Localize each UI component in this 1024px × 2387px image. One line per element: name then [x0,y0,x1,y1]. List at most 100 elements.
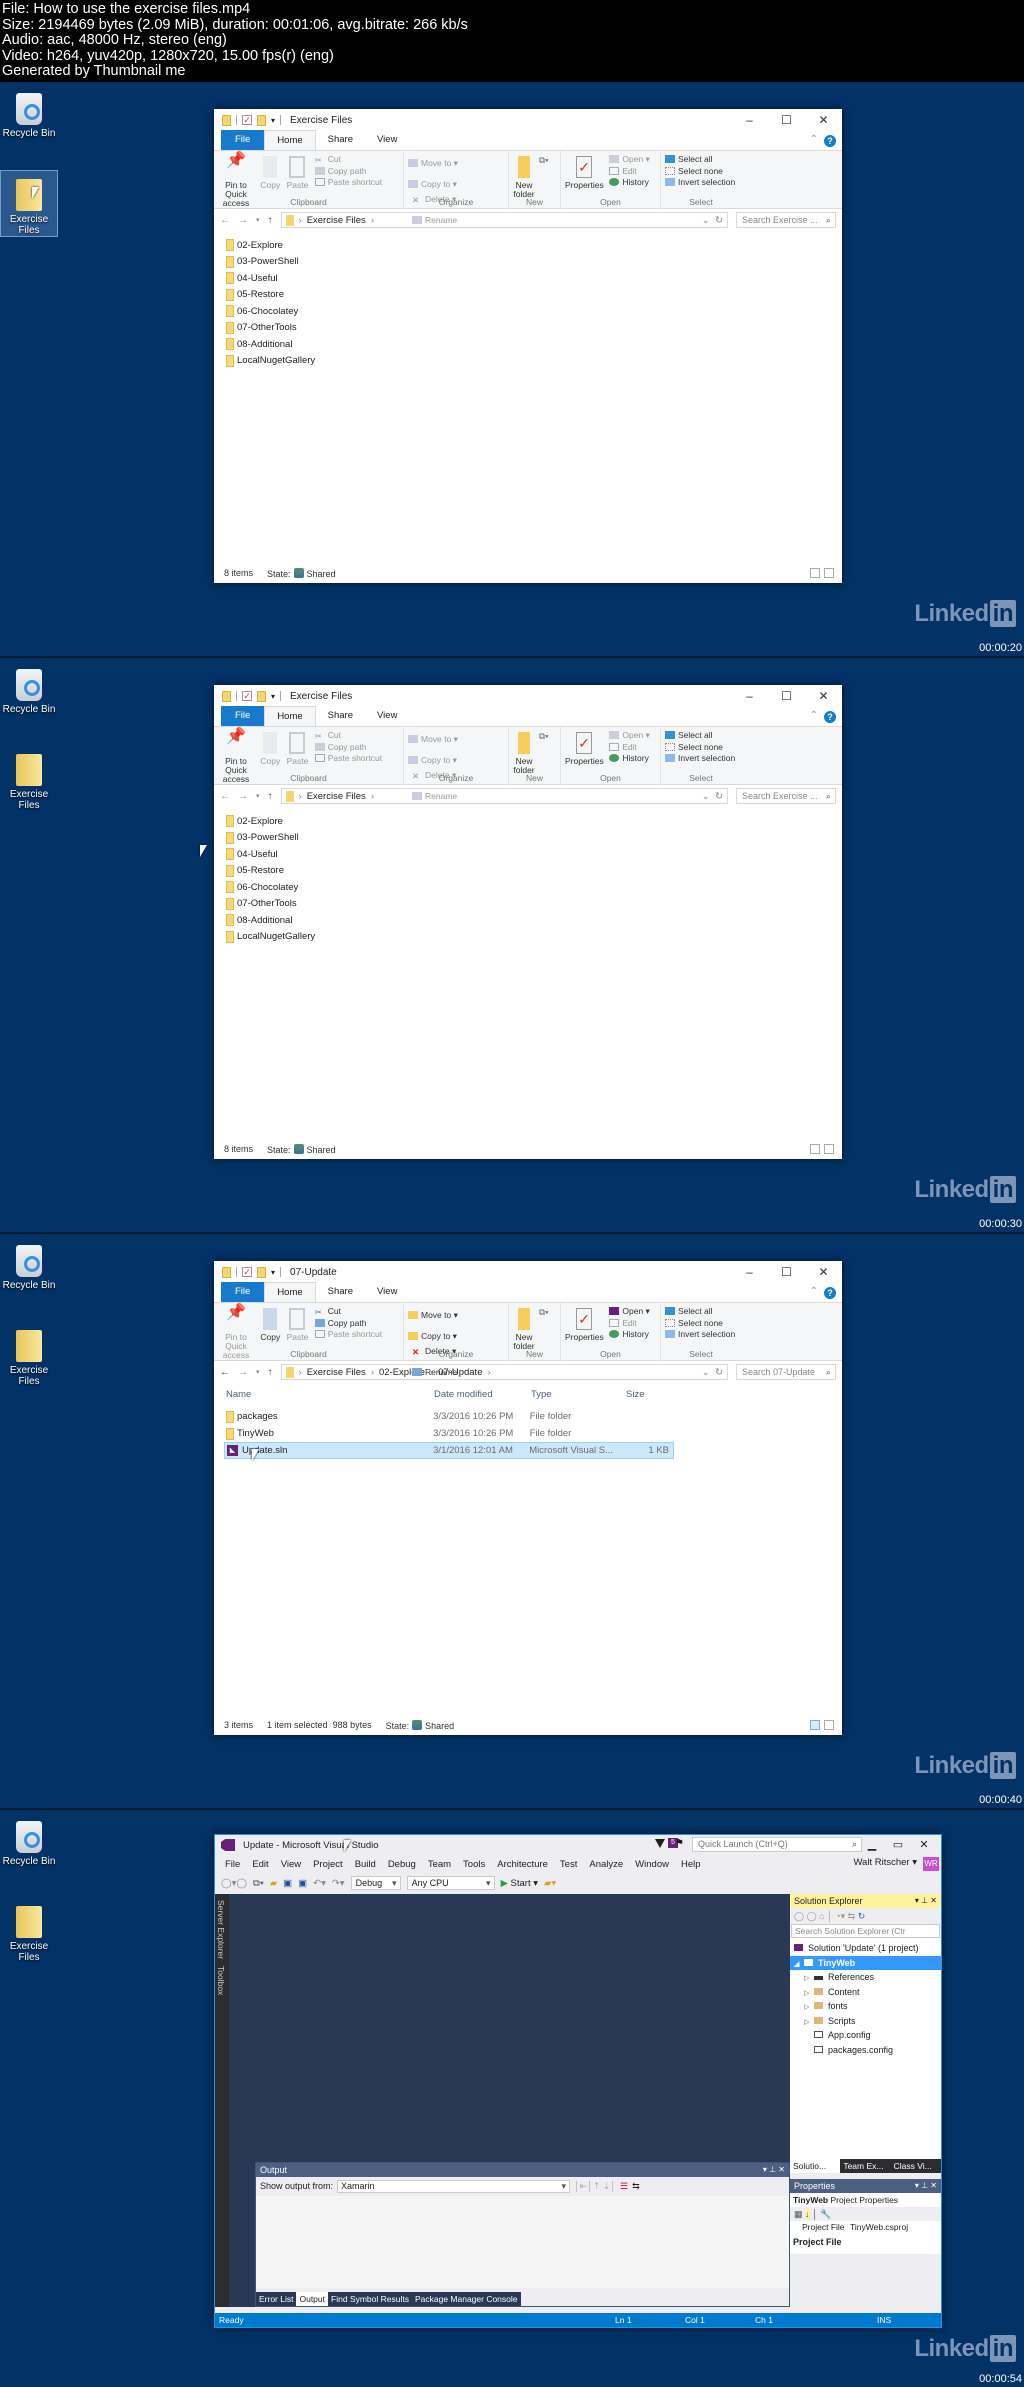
rename-button[interactable]: Rename [412,791,457,803]
tab-file[interactable]: File [221,1282,265,1302]
tab-file[interactable]: File [221,130,265,150]
properties-quick-icon[interactable]: ✓ [242,115,252,125]
search-input[interactable]: Search 07-Update [736,1364,836,1380]
collapse-ribbon-icon[interactable]: ⌃ [810,710,818,721]
edit-button[interactable]: Edit [609,742,649,754]
properties-quick-icon[interactable]: ✓ [242,1267,252,1277]
list-item[interactable]: 08-Additional [226,336,842,353]
address-history-icon[interactable]: ⌄ ↻ [702,791,727,802]
recent-locations-button[interactable]: ▾ [256,792,260,800]
solution-platform-dropdown[interactable]: Any CPU [406,1876,495,1890]
minimize-button[interactable]: – [731,109,768,131]
copy-to-button[interactable]: Copy to ▾ [408,179,458,191]
tab-home[interactable]: Home [264,1282,316,1302]
search-input[interactable]: Search Exercise ... [736,788,836,804]
rename-button[interactable]: Rename [412,215,457,227]
move-to-button[interactable]: Move to ▾ [408,734,458,746]
copy-path-button[interactable]: Copy path [314,1318,382,1330]
column-header-type[interactable]: Type [531,1389,626,1400]
large-icons-view-button[interactable] [824,1144,834,1154]
solution-configuration-dropdown[interactable]: Debug [350,1876,401,1890]
back-button[interactable]: ← [220,215,230,226]
tree-node[interactable]: ▷ Scripts [790,2014,941,2029]
minimize-button[interactable]: – [731,1261,768,1283]
history-button[interactable]: History [609,177,649,189]
desktop-icon-exercise-files[interactable]: Exercise Files [0,1322,58,1387]
tree-node[interactable]: Solution 'Update' (1 project) [790,1941,941,1956]
properties-button[interactable]: ✓ Properties [565,730,604,766]
tab-view[interactable]: View [365,706,409,726]
open-button[interactable]: Open ▾ [609,730,650,742]
tab-file[interactable]: File [221,706,265,726]
properties-button[interactable]: ✓ Properties [565,154,604,190]
list-item[interactable]: 04-Useful [226,270,842,287]
list-item[interactable]: 07-OtherTools [226,320,842,337]
properties-quick-icon[interactable]: ✓ [242,691,252,701]
new-folder-button[interactable]: New folder [513,730,535,775]
rename-button[interactable]: Rename [412,1367,457,1379]
list-item[interactable]: 06-Chocolatey [226,303,842,320]
desktop-icon-recycle-bin[interactable]: Recycle Bin [0,1815,58,1867]
move-to-button[interactable]: Move to ▾ [408,158,458,170]
table-row[interactable]: packages 3/3/2016 10:26 PM File folder [224,1408,674,1425]
up-button[interactable]: ↑ [268,791,273,802]
paste-button[interactable]: Paste [287,730,308,766]
help-icon[interactable]: ? [824,1287,836,1299]
properties-object-selector[interactable]: TinyWeb Project Properties [790,2193,941,2207]
address-history-icon[interactable]: ⌄ ↻ [702,215,727,226]
copy-button[interactable]: Copy [260,1306,280,1342]
maximize-button[interactable]: ▭ [885,1835,911,1855]
output-text-area[interactable] [256,2196,789,2288]
output-source-dropdown[interactable]: Xamarin [337,2179,571,2193]
select-none-button[interactable]: Select none [665,1318,737,1330]
menu-file[interactable]: File [219,1859,246,1870]
breadcrumb-item[interactable]: Exercise Files [307,791,366,802]
copy-path-button[interactable]: Copy path [314,742,382,754]
word-wrap-icon[interactable]: ⇆ [632,2181,640,2192]
browse-icon[interactable]: ▰▾ [544,1878,556,1889]
paste-shortcut-button[interactable]: Paste shortcut [314,1329,382,1341]
new-folder-button[interactable]: New folder [513,154,535,199]
menu-window[interactable]: Window [629,1859,675,1870]
new-folder-quick-icon[interactable] [257,690,266,702]
collapse-ribbon-icon[interactable]: ⌃ [810,134,818,145]
forward-button[interactable]: → [238,791,248,802]
open-file-icon[interactable]: ▰ [270,1878,277,1889]
desktop-icon-exercise-files[interactable]: Exercise Files [0,1898,58,1963]
history-button[interactable]: History [609,753,649,765]
new-item-icon[interactable]: ⧉▾ [539,731,549,742]
list-item[interactable]: 04-Useful [226,846,842,863]
desktop-icon-recycle-bin[interactable]: Recycle Bin [0,87,58,139]
address-bar[interactable]: › Exercise Files › ⌄ ↻ [280,788,728,804]
desktop-icon-recycle-bin[interactable]: Recycle Bin [0,1239,58,1291]
search-input[interactable]: Search Exercise ... [736,212,836,228]
undo-icon[interactable]: ↶▾ [313,1878,326,1889]
select-all-button[interactable]: Select all [665,154,737,166]
table-row[interactable]: TinyWeb 3/3/2016 10:26 PM File folder [224,1425,674,1442]
select-none-button[interactable]: Select none [665,166,737,178]
open-button[interactable]: Open ▾ [609,1306,650,1318]
select-none-button[interactable]: Select none [665,742,737,754]
copy-to-button[interactable]: Copy to ▾ [408,755,458,767]
paste-button[interactable]: Paste [287,1306,308,1342]
table-row-selected[interactable]: ◣ Update.sln 3/1/2016 12:01 AM Microsoft … [224,1442,674,1459]
list-item[interactable]: LocalNugetGallery [226,353,842,370]
list-item[interactable]: 08-Additional [226,912,842,929]
up-button[interactable]: ↑ [268,1367,273,1378]
recent-locations-button[interactable]: ▾ [256,1368,260,1376]
close-button[interactable]: ✕ [805,109,842,131]
new-project-icon[interactable]: ⧉▾ [253,1878,264,1889]
column-header-date[interactable]: Date modified [434,1389,531,1400]
new-folder-button[interactable]: New folder [513,1306,535,1351]
invert-selection-button[interactable]: Invert selection [665,177,737,189]
tab-share[interactable]: Share [316,130,365,150]
select-all-button[interactable]: Select all [665,730,737,742]
tab-output[interactable]: Output [296,2292,329,2306]
address-bar[interactable]: › Exercise Files › 02-Explore › 07-Updat… [280,1364,728,1380]
tab-home[interactable]: Home [264,706,316,726]
customize-toolbar-icon[interactable]: ▾ [271,116,275,125]
desktop-icon-recycle-bin[interactable]: Recycle Bin [0,663,58,715]
tab-solution-explorer[interactable]: Solutio... [790,2159,841,2173]
maximize-button[interactable]: ☐ [768,685,805,707]
details-view-button[interactable] [810,1720,820,1730]
